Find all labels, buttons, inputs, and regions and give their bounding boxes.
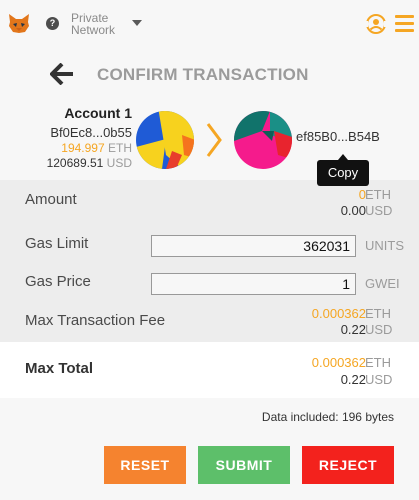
to-account-identicon [234,111,292,169]
metamask-fox-icon[interactable] [8,12,30,34]
account-switch-icon[interactable] [364,12,388,36]
page-title: CONFIRM TRANSACTION [97,65,309,84]
from-account-identicon [136,111,194,169]
submit-button[interactable]: SUBMIT [198,446,290,484]
max-fee-eth-unit: ETH [365,306,391,321]
footer: Data included: 196 bytes RESET SUBMIT RE… [0,398,419,500]
from-account-name: Account 1 [64,105,132,121]
hamburger-menu-icon[interactable] [395,15,414,32]
usd-unit: USD [106,156,132,170]
chevron-right-icon [206,123,222,157]
amount-eth-unit: ETH [365,187,391,202]
back-arrow-icon[interactable] [50,63,74,85]
from-account-address[interactable]: Bf0Ec8...0b55 [50,125,132,140]
gas-price-unit: GWEI [365,276,400,291]
network-selector[interactable]: Private Network [71,12,115,36]
reject-button[interactable]: REJECT [302,446,394,484]
network-dropdown-caret-icon[interactable] [132,20,142,26]
page-header: CONFIRM TRANSACTION [0,54,419,98]
transaction-details: Amount 0 ETH 0.00 USD Gas Limit 362031 U… [0,180,419,342]
max-total-eth-unit: ETH [365,355,391,370]
usd-balance-value: 120689.51 [46,156,104,170]
max-total-usd-unit: USD [365,372,393,387]
help-icon[interactable]: ? [46,17,59,30]
amount-label: Amount [25,191,77,208]
top-bar: ? Private Network [0,0,419,54]
max-fee-usd-unit: USD [365,322,393,337]
gas-limit-label: Gas Limit [25,235,89,252]
network-name-line2: Network [71,23,116,37]
max-fee-usd-value: 0.22 [340,322,366,337]
gas-limit-unit: UNITS [365,238,404,253]
from-account-usd-balance: 120689.51 USD [47,156,132,170]
gas-price-input[interactable]: 1 [151,273,356,295]
data-included-text: Data included: 196 bytes [261,410,394,424]
amount-usd-unit: USD [365,203,393,218]
copy-tooltip: Copy [317,154,369,186]
max-total-eth-value: 0.000362 [311,355,366,370]
max-fee-label: Max Transaction Fee [25,312,166,329]
max-total-usd-value: 0.22 [340,372,366,387]
gas-limit-input[interactable]: 362031 [151,235,356,257]
eth-unit: ETH [108,141,132,155]
amount-usd-value: 0.00 [340,203,366,218]
to-account-address[interactable]: ef85B0...B54B [296,129,380,144]
max-total-section: Max Total 0.000362 ETH 0.22 USD [0,342,419,398]
eth-balance-value: 194.997 [61,141,105,155]
reset-button[interactable]: RESET [104,446,186,484]
max-fee-eth-value: 0.000362 [311,306,366,321]
max-total-label: Max Total [25,360,94,377]
from-account-eth-balance: 194.997 ETH [61,141,132,155]
gas-price-label: Gas Price [25,273,91,290]
